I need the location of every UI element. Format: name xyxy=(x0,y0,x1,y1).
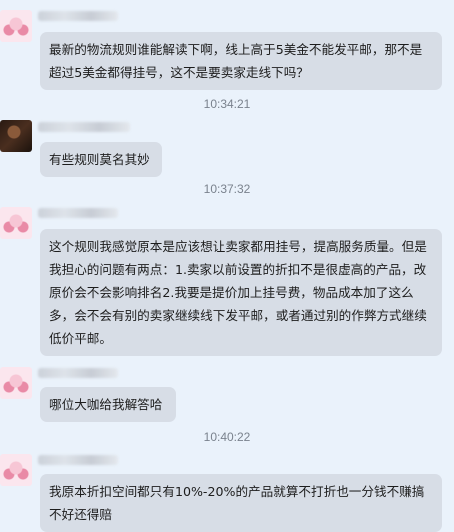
timestamp: 10:40:22 xyxy=(203,430,251,444)
sender-name xyxy=(38,455,118,465)
avatar[interactable] xyxy=(0,120,32,152)
message-bubble: 哪位大咖给我解答哈 xyxy=(40,387,176,422)
chat-history: 最新的物流规则谁能解读下啊，线上高于5美金不能发平邮，那不是超过5美金都得挂号，… xyxy=(0,0,454,532)
avatar[interactable] xyxy=(0,207,32,239)
message-bubble: 我原本折扣空间都只有10%-20%的产品就算不打折也一分钱不赚搞不好还得赔 xyxy=(40,474,442,532)
timestamp: 10:34:21 xyxy=(203,97,251,111)
sender-name xyxy=(38,122,130,132)
avatar[interactable] xyxy=(0,10,32,42)
message-bubble: 有些规则莫名其妙 xyxy=(40,142,162,177)
message-bubble: 最新的物流规则谁能解读下啊，线上高于5美金不能发平邮，那不是超过5美金都得挂号，… xyxy=(40,32,442,90)
sender-name xyxy=(38,11,118,21)
message-bubble: 这个规则我感觉原本是应该想让卖家都用挂号，提高服务质量。但是我担心的问题有两点：… xyxy=(40,229,442,356)
avatar[interactable] xyxy=(0,454,32,486)
avatar[interactable] xyxy=(0,367,32,399)
timestamp: 10:37:32 xyxy=(203,182,251,196)
sender-name xyxy=(38,368,118,378)
sender-name xyxy=(38,208,118,218)
